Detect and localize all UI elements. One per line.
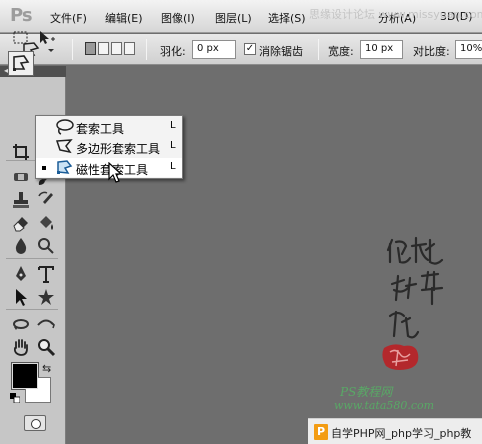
php-site-banner: P 自学PHP网_php学习_php教 [308,418,482,444]
php-banner-text: 自学PHP网_php学习_php教 [331,427,472,440]
menu-image[interactable]: 图像(I) [161,10,195,26]
intersect-selection-button[interactable] [124,42,135,55]
path-selection-tool[interactable] [10,286,32,308]
flyout-item-label: 多边形套索工具 [76,142,161,156]
magnetic-lasso-icon [13,55,30,71]
menu-edit[interactable]: 编辑(E) [105,10,143,26]
move-tool[interactable] [35,27,57,49]
flyout-item-polygonal-lasso[interactable]: 多边形套索工具 L [36,137,182,156]
width-label: 宽度: [328,45,354,58]
app-logo: Ps [10,5,33,26]
php-logo: P [314,424,328,440]
swap-colors-icon[interactable]: ⇆ [42,362,51,375]
eraser-icon [13,217,28,232]
menu-file[interactable]: 文件(F) [50,10,87,26]
quick-mask-button[interactable] [24,415,46,431]
shortcut-key: L [170,140,176,151]
dodge-icon [38,238,54,254]
antialias-checkbox[interactable]: ✓ [244,43,256,55]
divider [318,39,319,60]
bandage-icon [14,173,28,181]
type-icon [38,266,54,283]
history-brush-tool[interactable] [35,189,57,211]
divider [146,39,147,60]
flyout-item-label: 套索工具 [76,122,125,136]
polygonal-lasso-icon [55,139,73,154]
options-bar: 羽化: 0 px ✓ 消除锯齿 宽度: 10 px 对比度: 10% [0,34,482,65]
marquee-tool[interactable] [10,27,32,49]
hand-icon [13,339,28,356]
3d-orbit-icon [37,319,55,329]
arrow-pointer-icon [16,289,27,306]
subtract-from-selection-button[interactable] [111,42,122,55]
mouse-cursor-icon [108,161,124,184]
magnifier-icon [38,339,56,357]
foreground-color-swatch-front[interactable] [12,363,38,389]
bucket-icon [40,216,53,230]
dodge-tool[interactable] [35,235,57,257]
divider [6,309,58,310]
type-tool[interactable] [35,263,57,285]
3d-orbit-tool[interactable] [35,313,57,335]
3d-rotate-tool[interactable] [10,313,32,335]
ps-tutorial-watermark: PS教程网 [340,385,393,399]
antialias-label: 消除锯齿 [259,45,303,58]
red-seal-stamp [380,342,422,372]
blur-tool[interactable] [10,235,32,257]
menu-layer[interactable]: 图层(L) [215,10,252,26]
lasso-icon [56,119,74,135]
feather-input[interactable]: 0 px [192,40,236,59]
shortcut-key: L [170,120,176,131]
clone-stamp-tool[interactable] [10,189,32,211]
selected-bullet-icon [42,166,46,170]
magnetic-lasso-icon [57,160,73,174]
lasso-tool[interactable] [8,51,34,76]
flyout-item-lasso[interactable]: 套索工具 L [36,117,182,136]
custom-shape-icon [38,289,54,305]
history-brush-icon [38,191,53,204]
paint-bucket-tool[interactable] [35,212,57,234]
3d-rotate-icon [13,319,29,330]
pen-tool[interactable] [10,263,32,285]
contrast-label: 对比度: [413,45,450,58]
zoom-tool[interactable] [35,336,57,358]
chevron-down-icon [48,49,54,52]
spot-healing-tool[interactable] [10,166,32,188]
site-url-watermark: www.tata580.com [334,399,435,412]
width-input[interactable]: 10 px [360,40,403,59]
feather-label: 羽化: [160,45,186,58]
hand-tool[interactable] [10,336,32,358]
shape-tool[interactable] [35,286,57,308]
shortcut-key: L [170,161,176,172]
move-icon [40,31,55,44]
eraser-tool[interactable] [10,212,32,234]
new-selection-button[interactable] [85,42,96,55]
default-colors-icon[interactable] [10,393,21,404]
site-watermark: 思缘设计论坛 www.missyuan.com [309,8,482,21]
contrast-input[interactable]: 10% [455,40,482,59]
blur-drop-icon [15,238,27,254]
calligraphy-watermark [382,232,454,342]
divider [72,39,73,60]
rectangle-marquee-icon [13,31,28,44]
divider [6,258,58,259]
add-to-selection-button[interactable] [98,42,109,55]
menu-bar: Ps 文件(F) 编辑(E) 图像(I) 图层(L) 选择(S) 分析(A) 3… [0,0,482,33]
pen-icon [16,266,26,281]
menu-select[interactable]: 选择(S) [268,10,306,26]
stamp-icon [13,192,29,208]
